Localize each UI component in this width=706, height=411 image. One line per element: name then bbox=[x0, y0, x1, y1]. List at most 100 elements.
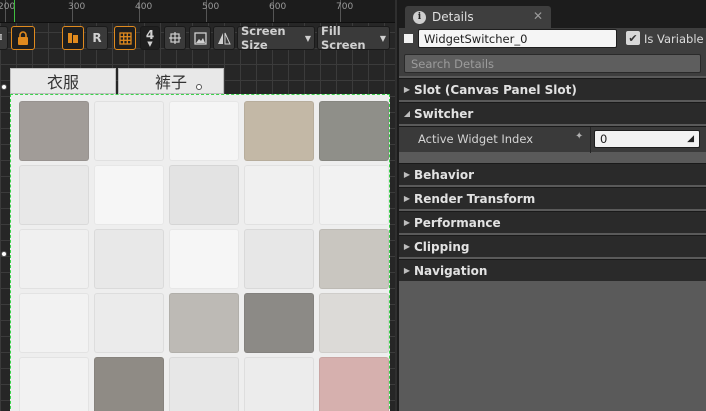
designer-toolbar: ⁞ R 4 ▼ bbox=[0, 24, 395, 52]
category-label: Performance bbox=[414, 215, 501, 230]
spin-handle-icon[interactable]: ◢ bbox=[687, 134, 694, 144]
category-performance[interactable]: ▶ Performance bbox=[399, 211, 706, 233]
move-icon: ⁞ bbox=[0, 33, 3, 43]
tab-details-label: Details bbox=[432, 10, 474, 24]
active-widget-index-value: 0 bbox=[600, 132, 608, 146]
category-render-transform[interactable]: ▶ Render Transform bbox=[399, 187, 706, 209]
tab-label: 衣服 bbox=[46, 73, 79, 92]
collapsed-arrow-icon: ▶ bbox=[403, 266, 411, 275]
ruler-tick-label: 400 bbox=[135, 2, 153, 12]
chevron-down-icon: ▼ bbox=[379, 33, 386, 43]
tile-item[interactable] bbox=[19, 165, 89, 225]
tile-item[interactable] bbox=[19, 293, 89, 353]
search-row bbox=[399, 52, 706, 76]
resize-handle[interactable] bbox=[196, 84, 202, 90]
category-label: Switcher bbox=[414, 106, 474, 121]
widget-type-icon bbox=[404, 34, 413, 43]
lock-button[interactable] bbox=[11, 26, 35, 50]
details-empty-area bbox=[399, 282, 706, 411]
tile-item[interactable] bbox=[319, 165, 389, 225]
tile-item[interactable] bbox=[169, 101, 239, 161]
tile-item[interactable] bbox=[169, 165, 239, 225]
tile-item[interactable] bbox=[94, 357, 164, 411]
tile-item[interactable] bbox=[169, 293, 239, 353]
grid-size-dropdown[interactable]: 4 ▼ bbox=[140, 26, 160, 50]
tile-item[interactable] bbox=[94, 229, 164, 289]
category-navigation[interactable]: ▶ Navigation bbox=[399, 259, 706, 281]
chevron-down-icon: ▼ bbox=[304, 33, 311, 43]
image-icon bbox=[193, 31, 207, 45]
grid-snap-button[interactable] bbox=[114, 26, 136, 50]
category-slot[interactable]: ▶ Slot (Canvas Panel Slot) bbox=[399, 78, 706, 100]
mirror-icon bbox=[218, 32, 231, 44]
resize-handle[interactable] bbox=[1, 251, 7, 257]
tile-item[interactable] bbox=[244, 293, 314, 353]
expanded-arrow-icon: ◢ bbox=[403, 109, 411, 118]
binding-icon[interactable]: ✦ bbox=[575, 131, 583, 142]
screen-size-label: Screen Size bbox=[241, 24, 286, 52]
tile-item[interactable] bbox=[19, 101, 89, 161]
tile-item[interactable] bbox=[244, 229, 314, 289]
fit-arrows-icon bbox=[169, 32, 181, 44]
category-label: Navigation bbox=[414, 263, 488, 278]
reset-button[interactable]: R bbox=[86, 26, 108, 50]
category-label: Render Transform bbox=[414, 191, 536, 206]
category-label: Slot (Canvas Panel Slot) bbox=[414, 82, 577, 97]
fill-screen-label: Fill Screen bbox=[321, 24, 366, 52]
ruler-tick-label: 500 bbox=[202, 2, 220, 12]
tile-grid bbox=[13, 97, 389, 411]
tile-item[interactable] bbox=[319, 101, 389, 161]
search-details-input[interactable] bbox=[404, 54, 701, 73]
tile-item[interactable] bbox=[19, 357, 89, 411]
tile-item[interactable] bbox=[244, 357, 314, 411]
tile-item[interactable] bbox=[169, 229, 239, 289]
tile-item[interactable] bbox=[319, 229, 389, 289]
collapsed-arrow-icon: ▶ bbox=[403, 85, 411, 94]
lock-icon bbox=[18, 31, 28, 45]
tile-item[interactable] bbox=[244, 165, 314, 225]
reset-label: R bbox=[92, 31, 102, 45]
tab-label: 裤子 bbox=[154, 73, 187, 92]
tile-item[interactable] bbox=[169, 357, 239, 411]
resize-handle[interactable] bbox=[1, 84, 7, 90]
tab-clothes[interactable]: 衣服 bbox=[10, 68, 116, 94]
tile-item[interactable] bbox=[244, 101, 314, 161]
pivot-button[interactable] bbox=[62, 26, 84, 50]
is-variable-checkbox[interactable]: ✔ bbox=[626, 31, 640, 45]
close-icon[interactable]: ✕ bbox=[533, 9, 543, 23]
fill-screen-dropdown[interactable]: Fill Screen ▼ bbox=[317, 24, 390, 52]
widget-name-input[interactable] bbox=[418, 29, 617, 48]
screen-size-dropdown[interactable]: Screen Size ▼ bbox=[237, 24, 315, 52]
category-switcher[interactable]: ◢ Switcher bbox=[399, 102, 706, 124]
category-behavior[interactable]: ▶ Behavior bbox=[399, 163, 706, 185]
tile-item[interactable] bbox=[94, 165, 164, 225]
tile-item[interactable] bbox=[94, 293, 164, 353]
tile-item[interactable] bbox=[94, 101, 164, 161]
category-label: Behavior bbox=[414, 167, 475, 182]
tile-item[interactable] bbox=[319, 357, 389, 411]
fit-width-button[interactable] bbox=[164, 26, 186, 50]
move-tool-button[interactable]: ⁞ bbox=[0, 26, 8, 50]
flip-button[interactable] bbox=[213, 26, 235, 50]
grid-icon bbox=[118, 31, 132, 45]
tile-item[interactable] bbox=[19, 229, 89, 289]
collapsed-arrow-icon: ▶ bbox=[403, 170, 411, 179]
category-clipping[interactable]: ▶ Clipping bbox=[399, 235, 706, 257]
details-tab-bar: i Details ✕ bbox=[399, 0, 706, 28]
widget-name-row: ✔ Is Variable bbox=[399, 28, 706, 52]
is-variable-label: Is Variable bbox=[644, 32, 704, 46]
preview-image-button[interactable] bbox=[189, 26, 211, 50]
column-divider bbox=[590, 127, 591, 153]
designer-canvas[interactable]: 200 300 400 500 600 700 ⁞ R bbox=[0, 0, 395, 411]
ruler-tick-label: 200 bbox=[0, 2, 16, 12]
grid-size-value: 4 bbox=[145, 27, 155, 42]
category-label: Clipping bbox=[414, 239, 470, 254]
active-widget-index-field[interactable]: 0 ◢ bbox=[594, 130, 700, 148]
tab-details[interactable]: i Details ✕ bbox=[405, 6, 551, 28]
tile-item[interactable] bbox=[319, 293, 389, 353]
ruler-tick-label: 600 bbox=[269, 2, 287, 12]
ruler-tick-label: 300 bbox=[68, 2, 86, 12]
active-widget-index-label: Active Widget Index bbox=[418, 132, 534, 146]
widget-switcher-frame[interactable] bbox=[10, 94, 390, 411]
tab-pants[interactable]: 裤子 bbox=[118, 68, 224, 94]
